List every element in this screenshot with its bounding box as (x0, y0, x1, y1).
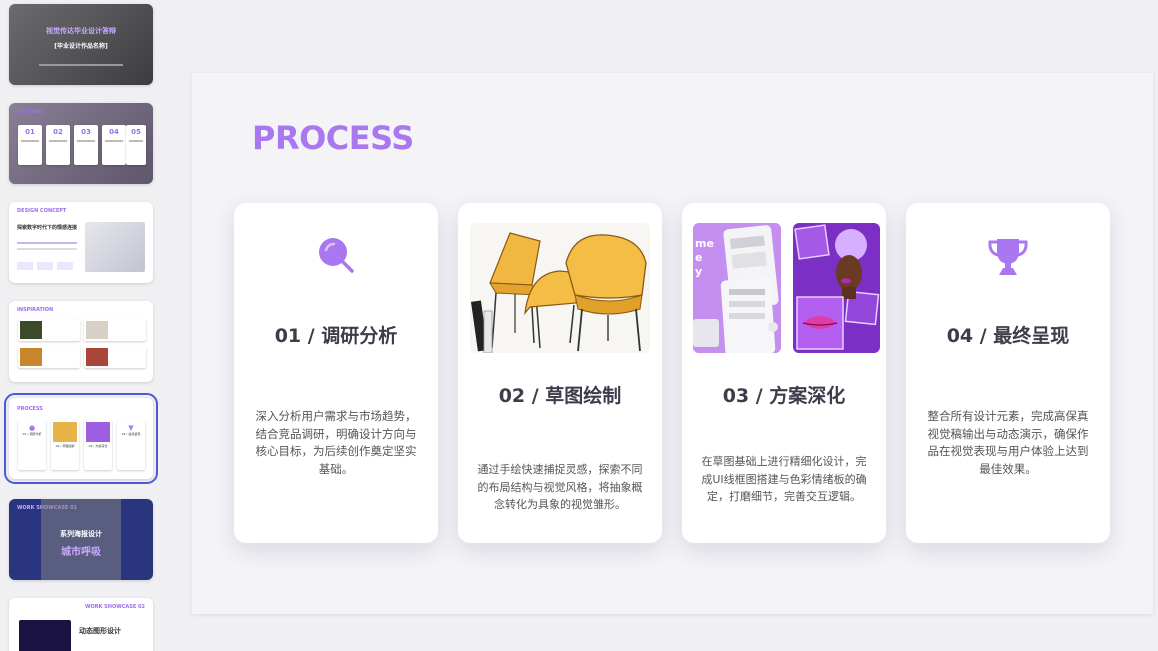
svg-text:me: me (695, 237, 714, 250)
thumb-label: CONTENT (17, 109, 44, 115)
chair-sketch-image (470, 223, 650, 353)
process-card-sketch[interactable]: 02 / 草图绘制 通过手绘快速捕捉灵感，探索不同的布局结构与视觉风格，将抽象概… (458, 203, 662, 543)
card-description: 在草图基础上进行精细化设计，完成UI线框图搭建与色彩情绪板的确定，打磨细节，完善… (701, 455, 867, 503)
slide-thumbnail-7[interactable]: WORK SHOWCASE 02 动态图形设计 (9, 598, 153, 651)
card-heading: 01 / 调研分析 (274, 325, 398, 347)
process-card-final[interactable]: 04 / 最终呈现 整合所有设计元素，完成高保真视觉稿输出与动态演示，确保作品在… (906, 203, 1110, 543)
slide-thumbnail-5[interactable]: PROCESS ● 01 / 调研分析 02 / 草图绘制 03 / 方案深化 ▼… (4, 393, 158, 484)
slide-thumbnail-6[interactable]: WORK SHOWCASE 01 系列海报设计 城市呼吸 (9, 499, 153, 580)
svg-text:y: y (695, 265, 702, 278)
card-heading: 02 / 草图绘制 (498, 385, 622, 407)
card-heading: 04 / 最终呈现 (946, 325, 1070, 347)
slide-thumbnail-3[interactable]: DESIGN CONCEPT 探索数字时代下的情感连接 (9, 202, 153, 283)
slide-title: PROCESS (252, 119, 414, 157)
trophy-icon (906, 233, 1110, 279)
slide-thumbnail-panel: 视觉传达毕业设计答辩 [毕业设计作品名称] CONTENT 01 02 03 0… (0, 0, 172, 651)
slide-thumbnail-1[interactable]: 视觉传达毕业设计答辩 [毕业设计作品名称] (9, 4, 153, 85)
process-card-refine[interactable]: me e y 03 / 方案深化 在草图基础上进行精细化设计，完成UI线框图搭建… (682, 203, 886, 543)
thumb-label: WORK SHOWCASE 02 (84, 604, 145, 610)
card-description: 深入分析用户需求与市场趋势，结合竞品调研，明确设计方向与核心目标，为后续创作奠定… (255, 409, 417, 476)
slide-canvas[interactable]: PROCESS 01 / 调研分析 深入分析用户需求与市场趋势，结合竞品调研，明… (192, 73, 1153, 614)
card-heading: 03 / 方案深化 (722, 385, 846, 407)
thumb-title: 视觉传达毕业设计答辩 (46, 27, 116, 35)
search-icon (234, 233, 438, 277)
thumb-label: INSPIRATION (17, 307, 54, 313)
wireframe-image: me e y (693, 223, 781, 353)
thumb-label: PROCESS (17, 406, 43, 412)
process-card-research[interactable]: 01 / 调研分析 深入分析用户需求与市场趋势，结合竞品调研，明确设计方向与核心… (234, 203, 438, 543)
thumb-label: DESIGN CONCEPT (17, 208, 67, 214)
thumb-subtitle: [毕业设计作品名称] (54, 43, 108, 50)
card-description: 整合所有设计元素，完成高保真视觉稿输出与动态演示，确保作品在视觉表现与用户体验上… (927, 409, 1089, 476)
moodboard-image (793, 223, 880, 353)
svg-text:e: e (695, 251, 702, 264)
card-description: 通过手绘快速捕捉灵感，探索不同的布局结构与视觉风格，将抽象概念转化为具象的视觉雏… (477, 463, 643, 511)
slide-thumbnail-4[interactable]: INSPIRATION (9, 301, 153, 382)
slide-thumbnail-2[interactable]: CONTENT 01 02 03 04 05 (9, 103, 153, 184)
